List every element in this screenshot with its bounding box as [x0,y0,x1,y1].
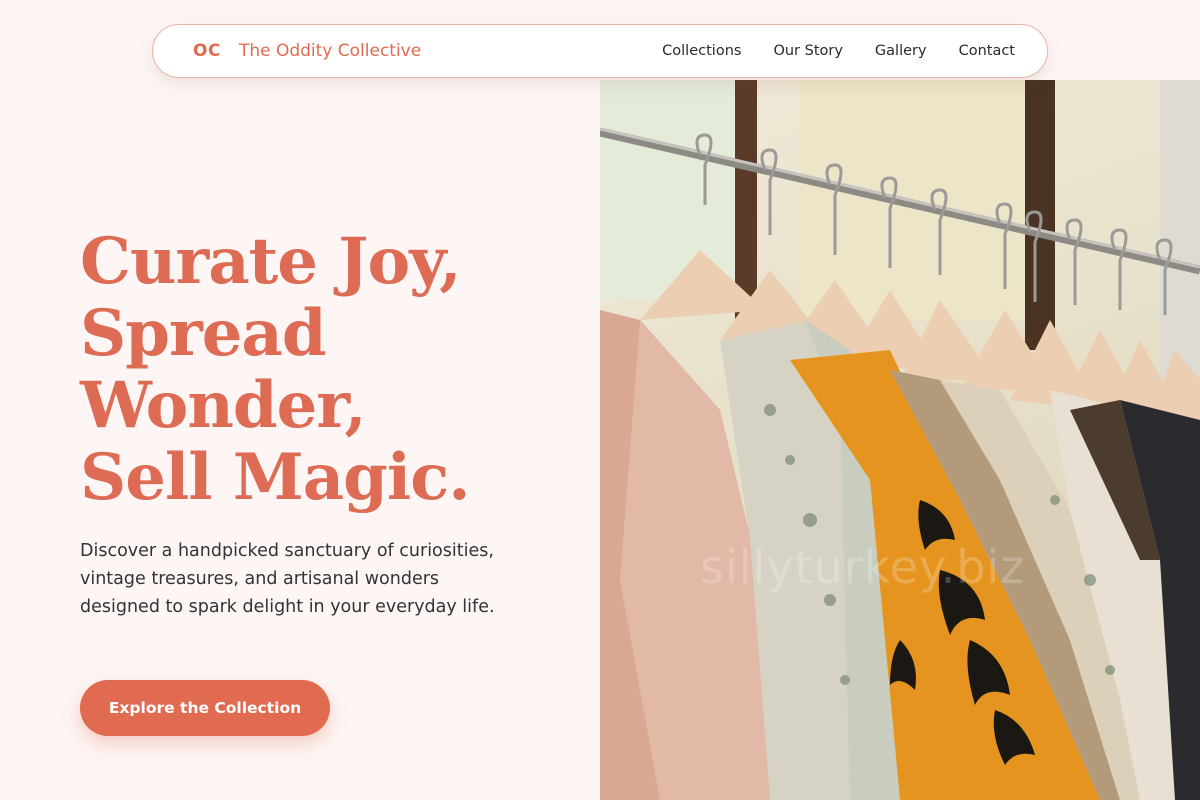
nav-link-collections[interactable]: Collections [662,43,741,59]
headline-line: Sell Magic. [80,440,470,515]
headline-line: Spread [80,296,327,371]
nav-link-contact[interactable]: Contact [959,43,1015,59]
hero-image: sillyturkey.biz [600,80,1200,800]
brand-name: The Oddity Collective [238,41,422,61]
brand-mark: OC [193,41,221,61]
nav-link-our-story[interactable]: Our Story [773,43,842,59]
nav-link-gallery[interactable]: Gallery [875,43,927,59]
top-navigation: OC The Oddity Collective Collections Our… [152,24,1048,78]
clothing-rack-illustration [600,80,1200,800]
nav-links: Collections Our Story Gallery Contact [662,43,1015,59]
brand-logo[interactable]: OC The Oddity Collective [193,41,421,61]
explore-collection-button[interactable]: Explore the Collection [80,680,330,736]
hero-description: Discover a handpicked sanctuary of curio… [80,541,495,617]
headline-line: Wonder, [80,368,367,443]
hero-headline: Curate Joy, Spread Wonder, Sell Magic. [80,226,580,514]
headline-line: Curate Joy, [80,224,462,299]
